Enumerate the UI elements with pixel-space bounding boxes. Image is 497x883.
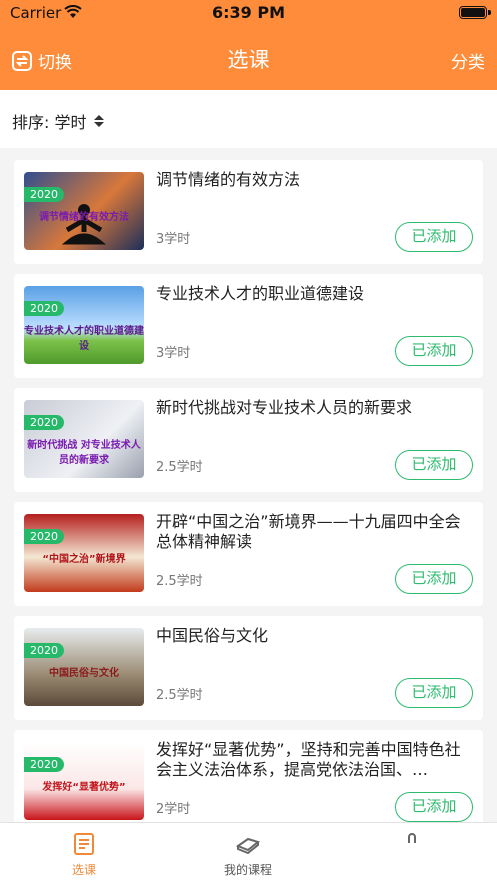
- thumbnail-caption: 中国民俗与文化: [49, 667, 119, 679]
- course-title: 调节情绪的有效方法: [156, 170, 301, 189]
- course-thumbnail: 专业技术人才的职业道德建设 2020: [24, 286, 144, 364]
- my-courses-icon: [235, 837, 261, 855]
- course-card[interactable]: 中国民俗与文化 2020 中国民俗与文化 2.5学时 已添加: [14, 616, 483, 720]
- course-thumbnail: “中国之治”新境界 2020: [24, 514, 144, 592]
- year-badge: 2020: [24, 757, 64, 772]
- year-badge: 2020: [24, 187, 64, 202]
- thumbnail-caption: 新时代挑战 对专业技术人员的新要求: [27, 439, 141, 466]
- tab-my-courses[interactable]: 我的课程: [198, 831, 298, 878]
- thumbnail-caption: 调节情绪的有效方法: [39, 211, 129, 223]
- course-title: 专业技术人才的职业道德建设: [156, 284, 365, 303]
- status-bar: Carrier 6:39 PM: [0, 0, 497, 26]
- thumbnail-caption: 发挥好“显著优势”: [42, 781, 126, 793]
- course-card[interactable]: 新时代挑战 对专业技术人员的新要求 2020 新时代挑战对专业技术人员的新要求 …: [14, 388, 483, 492]
- sort-bar: 排序: 学时: [0, 90, 497, 148]
- battery-cap: [488, 10, 491, 15]
- added-button[interactable]: 已添加: [395, 450, 473, 480]
- year-badge: 2020: [24, 415, 64, 430]
- year-badge: 2020: [24, 301, 64, 316]
- sort-arrows-icon: [94, 115, 105, 127]
- course-thumbnail: 发挥好“显著优势” 2020: [24, 742, 144, 820]
- added-button[interactable]: 已添加: [395, 222, 473, 252]
- course-card[interactable]: 专业技术人才的职业道德建设 2020 专业技术人才的职业道德建设 3学时 已添加: [14, 274, 483, 378]
- course-hours: 3学时: [156, 232, 191, 247]
- course-thumbnail: 新时代挑战 对专业技术人员的新要求 2020: [24, 400, 144, 478]
- category-button[interactable]: 分类: [451, 48, 485, 73]
- tab-course-select[interactable]: 选课: [34, 831, 134, 878]
- added-button[interactable]: 已添加: [395, 678, 473, 708]
- thumbnail-caption: “中国之治”新境界: [42, 553, 126, 565]
- course-list: 调节情绪的有效方法 2020 调节情绪的有效方法 3学时 已添加 专业技术人才的…: [0, 160, 497, 822]
- status-time: 6:39 PM: [211, 3, 285, 22]
- course-hours: 3学时: [156, 346, 191, 361]
- page-title: 选课: [227, 48, 270, 72]
- tab-profile[interactable]: [362, 831, 462, 861]
- course-hours: 2.5学时: [156, 688, 203, 703]
- course-hours: 2.5学时: [156, 574, 203, 589]
- course-card[interactable]: “中国之治”新境界 2020 开辟“中国之治”新境界——十九届四中全会总体精神解…: [14, 502, 483, 606]
- course-title: 新时代挑战对专业技术人员的新要求: [156, 398, 413, 417]
- course-title: 发挥好“显著优势”，坚持和完善中国特色社会主义法治体系，提高党依法治国、…: [156, 740, 461, 779]
- sort-button[interactable]: 排序: 学时: [12, 109, 105, 133]
- course-thumbnail: 调节情绪的有效方法 2020: [24, 172, 144, 250]
- nav-bar: 切换 选课 分类: [0, 26, 497, 90]
- tab-label: 选课: [71, 863, 96, 877]
- added-button[interactable]: 已添加: [395, 336, 473, 366]
- added-button[interactable]: 已添加: [395, 792, 473, 822]
- course-title: 中国民俗与文化: [156, 626, 269, 645]
- course-hours: 2学时: [156, 802, 191, 817]
- year-badge: 2020: [24, 529, 64, 544]
- course-select-icon: [74, 833, 94, 855]
- battery-icon: [459, 6, 487, 19]
- tab-label: 我的课程: [223, 863, 272, 877]
- profile-icon: [408, 833, 416, 843]
- course-thumbnail: 中国民俗与文化 2020: [24, 628, 144, 706]
- course-card[interactable]: 发挥好“显著优势” 2020 发挥好“显著优势”，坚持和完善中国特色社会主义法治…: [14, 730, 483, 822]
- added-button[interactable]: 已添加: [395, 564, 473, 594]
- tab-bar: 选课 我的课程: [0, 822, 497, 883]
- course-card[interactable]: 调节情绪的有效方法 2020 调节情绪的有效方法 3学时 已添加: [14, 160, 483, 264]
- course-title: 开辟“中国之治”新境界——十九届四中全会总体精神解读: [156, 512, 461, 551]
- year-badge: 2020: [24, 643, 64, 658]
- sort-label: 排序: 学时: [12, 113, 87, 132]
- course-hours: 2.5学时: [156, 460, 203, 475]
- thumbnail-caption: 专业技术人才的职业道德建设: [24, 325, 144, 352]
